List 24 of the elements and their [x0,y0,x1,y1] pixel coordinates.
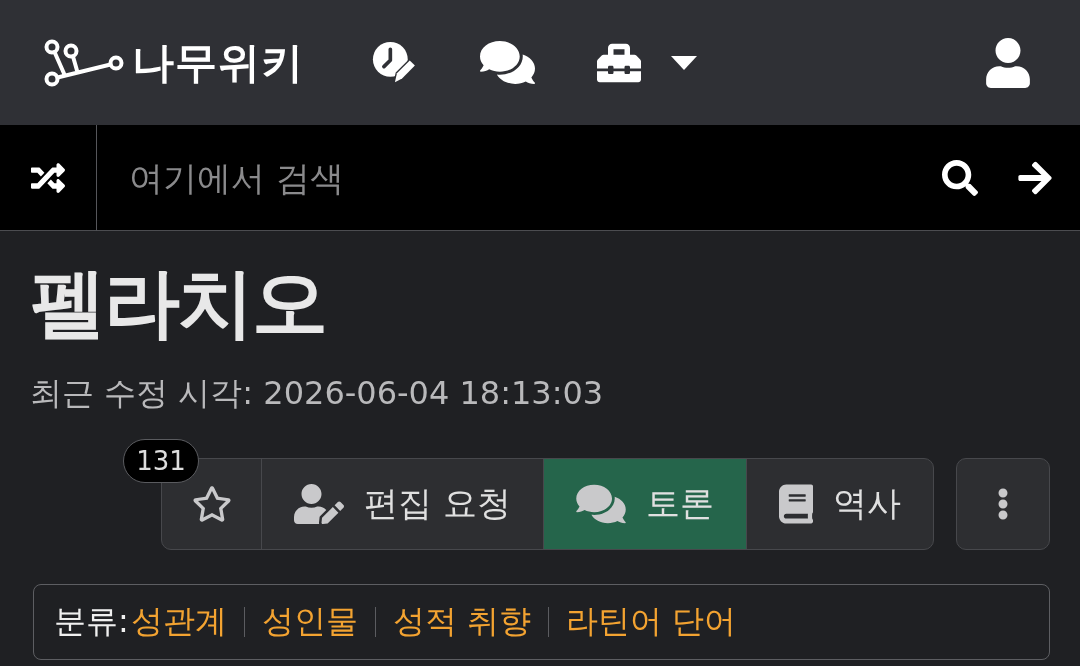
category-link[interactable]: 라틴어 단어 [565,599,737,644]
article-title: 펠라치오 [30,257,326,349]
search-icon[interactable] [942,159,978,196]
category-link[interactable]: 성적 취향 [392,599,531,644]
history-button[interactable]: 역사 [746,458,933,549]
user-pencil-icon [294,483,345,524]
caret-down-icon[interactable] [671,55,697,70]
clock-pencil-icon[interactable] [372,40,416,85]
star-count-badge: 131 [123,438,199,483]
category-label: 분류: [54,600,129,642]
last-modified-text: 최근 수정 시각: 2026-06-04 18:13:03 [30,374,604,413]
more-button[interactable] [956,457,1050,550]
discussion-button[interactable]: 토론 [543,458,746,549]
logo-text: 나무위키 [132,41,304,84]
category-link[interactable]: 성관계 [130,599,227,644]
shuffle-icon[interactable] [31,160,65,195]
edit-request-button[interactable]: 편집 요청 [261,458,543,549]
site-logo[interactable]: 나무위키 [44,38,304,87]
category-link[interactable]: 성인물 [261,599,358,644]
user-icon[interactable] [986,37,1030,88]
book-icon [779,483,813,524]
node-graph-icon [44,38,124,87]
vertical-dots-icon [997,486,1009,521]
speech-bubbles-icon[interactable] [480,38,535,87]
